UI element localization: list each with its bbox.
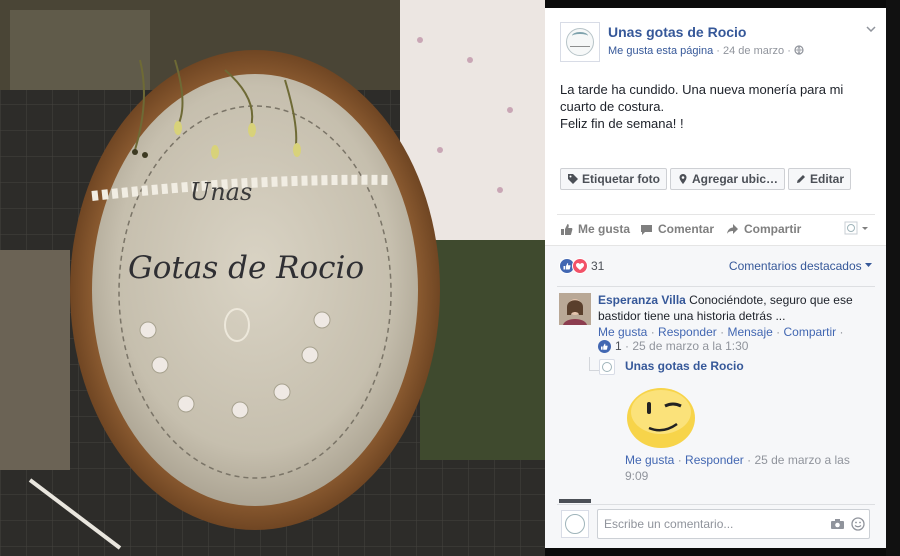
divider	[557, 286, 875, 287]
share-button[interactable]: Compartir	[726, 222, 801, 236]
tag-photo-label: Etiquetar foto	[582, 172, 660, 186]
embroidery-word-unas: Unas	[190, 178, 252, 206]
dot: ·	[720, 325, 725, 339]
wink-sticker	[627, 388, 695, 448]
dot: ·	[677, 453, 682, 467]
comment-actions: Me gusta · Responder · Mensaje · Compart…	[598, 324, 868, 340]
embroidery-words: Gotas de Rocio	[128, 250, 364, 286]
dot: ·	[776, 325, 781, 339]
page-selector-icon	[844, 221, 868, 235]
profile-photo	[559, 293, 591, 325]
meta-separator-2: ·	[787, 45, 791, 57]
meta-separator: ·	[716, 45, 720, 57]
post-panel: Unas gotas de Rocio Me gusta esta página…	[545, 8, 886, 548]
reaction-picker[interactable]	[844, 220, 872, 238]
camera-icon[interactable]	[830, 518, 845, 530]
logo-script	[570, 43, 590, 47]
post-date[interactable]: 24 de marzo	[723, 45, 784, 57]
like-label: Me gusta	[578, 222, 631, 236]
edit-label: Editar	[810, 172, 845, 186]
comment-input[interactable]	[598, 510, 818, 538]
post-meta: Me gusta esta página · 24 de marzo ·	[608, 45, 804, 57]
reply-like-link[interactable]: Me gusta	[625, 453, 674, 467]
photo-actions: Etiquetar foto Agregar ubic… Editar	[560, 168, 852, 190]
post-header: Unas gotas de Rocio Me gusta esta página…	[560, 22, 880, 70]
reply-actions: Me gusta · Responder · 25 de marzo a las…	[625, 452, 865, 484]
add-location-label: Agregar ubic…	[692, 172, 779, 186]
divider	[557, 504, 875, 505]
right-edge	[886, 0, 900, 556]
reply-reply-link[interactable]: Responder	[685, 453, 744, 467]
reply-time-2[interactable]: 9:09	[625, 469, 648, 483]
dot: ·	[747, 453, 752, 467]
comment-share-link[interactable]: Compartir	[784, 325, 837, 339]
embroidery-hoop-photo: Unas Gotas de Rocio	[0, 0, 545, 556]
post-text: La tarde ha cundido. Una nueva monería p…	[560, 81, 875, 132]
commenter-avatar[interactable]	[559, 293, 591, 325]
logo-bird-icon	[572, 32, 588, 40]
dot: ·	[650, 325, 655, 339]
love-reaction-icon	[572, 258, 588, 274]
emoji-icon[interactable]	[851, 517, 865, 531]
chevron-down-icon[interactable]	[866, 26, 876, 32]
dot: ·	[625, 339, 630, 353]
action-bar: Me gusta Comentar Compartir	[560, 220, 872, 240]
share-icon	[727, 223, 738, 234]
comments-section: 31 Comentarios destacados Esperanza Vill…	[545, 245, 886, 548]
divider	[557, 214, 875, 215]
post-text-line: cuarto de costura.	[560, 99, 665, 114]
dot: ·	[839, 325, 844, 339]
composer-avatar	[561, 510, 589, 538]
comment-button[interactable]: Comentar	[640, 222, 714, 236]
reply-avatar[interactable]	[599, 359, 615, 375]
photo-area[interactable]: Unas Gotas de Rocio	[0, 0, 545, 556]
comment-author[interactable]: Esperanza Villa	[598, 293, 686, 307]
thumbs-up-icon	[598, 339, 611, 353]
reply-author[interactable]: Unas gotas de Rocio	[625, 359, 744, 373]
page-name-link[interactable]: Unas gotas de Rocio	[608, 24, 746, 40]
reactions-summary[interactable]: 31	[559, 258, 604, 274]
comment-like-link[interactable]: Me gusta	[598, 325, 647, 339]
comment-icon	[641, 224, 652, 235]
location-pin-icon	[679, 174, 687, 184]
share-label: Compartir	[744, 222, 802, 236]
page-avatar[interactable]	[560, 22, 600, 62]
add-location-button[interactable]: Agregar ubic…	[670, 168, 786, 190]
reply-time[interactable]: 25 de marzo a las	[754, 453, 849, 467]
comment-sort-label: Comentarios destacados	[728, 259, 862, 273]
comment-like-info: 1 · 25 de marzo a la 1:30	[598, 339, 748, 353]
logo-ring	[565, 514, 585, 534]
comment-message-link[interactable]: Mensaje	[727, 325, 772, 339]
thumbs-up-icon	[561, 223, 573, 235]
comment-sort-dropdown[interactable]: Comentarios destacados	[729, 259, 872, 273]
logo-ring	[602, 362, 612, 372]
next-comment-peek	[559, 499, 591, 503]
reaction-count: 31	[591, 259, 605, 273]
comment-body: Esperanza Villa Conociéndote, seguro que…	[598, 292, 868, 340]
reply-thread-line	[589, 357, 599, 371]
comment-composer[interactable]	[597, 509, 870, 539]
globe-icon	[794, 45, 804, 55]
like-button[interactable]: Me gusta	[560, 222, 630, 236]
edit-button[interactable]: Editar	[788, 168, 852, 190]
caret-down-icon	[865, 263, 872, 267]
comment-like-count[interactable]: 1	[615, 339, 622, 353]
post-text-line: Feliz fin de semana! !	[560, 116, 684, 131]
comment-time[interactable]: 25 de marzo a la 1:30	[632, 339, 748, 353]
like-page-link[interactable]: Me gusta esta página	[608, 45, 713, 57]
pencil-icon	[797, 175, 806, 183]
comment-label: Comentar	[658, 222, 715, 236]
tag-icon	[568, 174, 578, 184]
comment-reply-link[interactable]: Responder	[658, 325, 717, 339]
tag-photo-button[interactable]: Etiquetar foto	[560, 168, 667, 190]
post-text-line: La tarde ha cundido. Una nueva monería p…	[560, 82, 844, 97]
viewer: Unas Gotas de Rocio Unas gotas de Rocio …	[0, 0, 900, 556]
